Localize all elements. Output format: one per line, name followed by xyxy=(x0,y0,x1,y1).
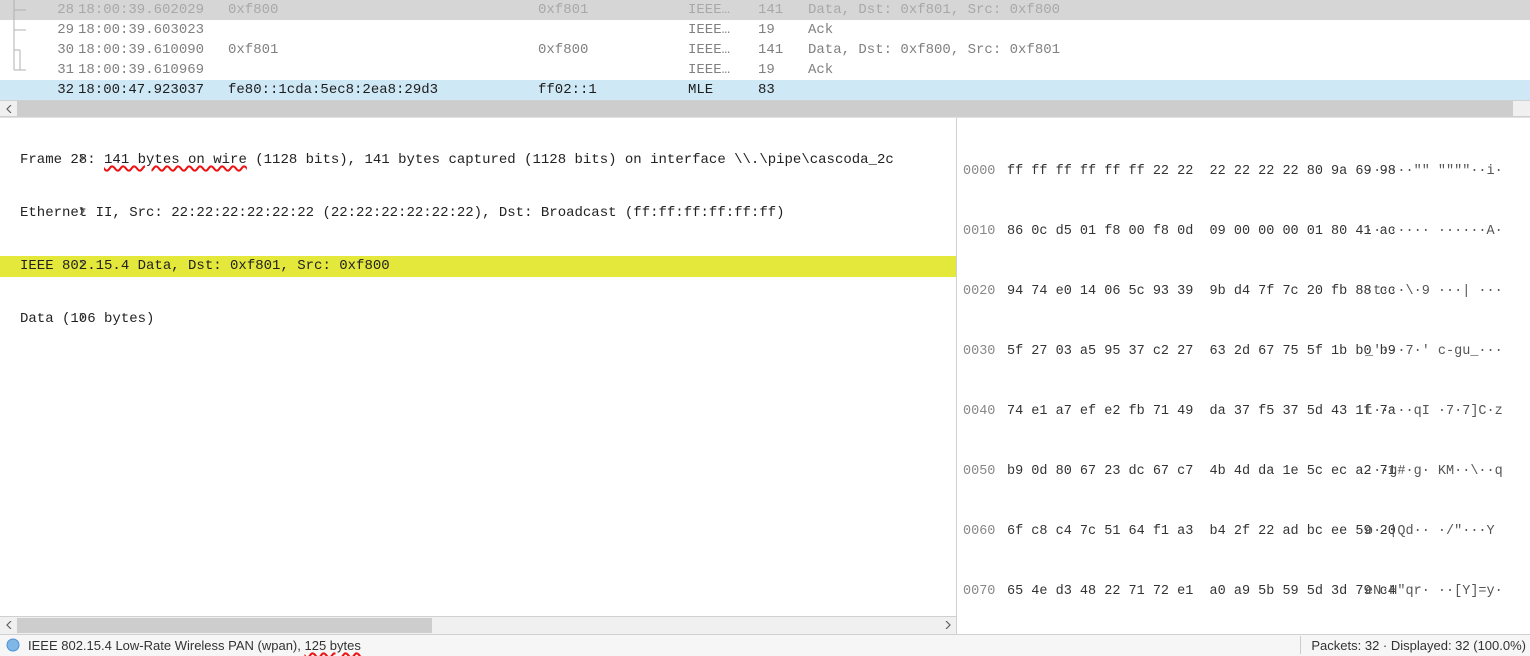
scrollbar-track[interactable] xyxy=(17,101,1513,116)
col-protocol: IEEE… xyxy=(688,0,758,20)
packet-row[interactable]: 30 18:00:39.610090 0xf801 0xf800 IEEE… 1… xyxy=(0,40,1530,60)
scroll-left-icon[interactable] xyxy=(0,101,17,116)
packet-bytes-pane[interactable]: 0000ff ff ff ff ff ff 22 22 22 22 22 22 … xyxy=(956,118,1530,634)
col-info: Data, Dst: 0xf801, Src: 0xf800 xyxy=(808,0,1530,20)
col-dest: 0xf801 xyxy=(538,0,688,20)
detail-data[interactable]: Data (106 bytes) xyxy=(0,309,956,330)
hex-row[interactable]: 001086 0c d5 01 f8 00 f8 0d 09 00 00 00 … xyxy=(963,222,1524,242)
status-left-text: IEEE 802.15.4 Low-Rate Wireless PAN (wpa… xyxy=(28,638,361,653)
annotation-underline: 125 bytes xyxy=(305,638,361,653)
scrollbar-thumb[interactable] xyxy=(17,618,432,633)
col-length: 141 xyxy=(758,0,808,20)
scroll-right-icon[interactable] xyxy=(939,618,956,633)
hex-row[interactable]: 00606f c8 c4 7c 51 64 f1 a3 b4 2f 22 ad … xyxy=(963,522,1524,542)
detail-ieee802154-selected[interactable]: IEEE 802.15.4 Data, Dst: 0xf801, Src: 0x… xyxy=(0,256,956,277)
detail-ethernet[interactable]: Ethernet II, Src: 22:22:22:22:22:22 (22:… xyxy=(0,203,956,224)
packet-list-hscrollbar[interactable] xyxy=(0,100,1530,117)
col-source: 0xf800 xyxy=(228,0,538,20)
col-no: 28 xyxy=(32,0,78,20)
hex-row[interactable]: 0050b9 0d 80 67 23 dc 67 c7 4b 4d da 1e … xyxy=(963,462,1524,482)
details-hscrollbar[interactable] xyxy=(0,616,956,634)
status-bar: IEEE 802.15.4 Low-Rate Wireless PAN (wpa… xyxy=(0,634,1530,656)
scroll-left-icon[interactable] xyxy=(0,618,17,633)
scrollbar-thumb[interactable] xyxy=(17,101,1513,116)
hex-row[interactable]: 002094 74 e0 14 06 5c 93 39 9b d4 7f 7c … xyxy=(963,282,1524,302)
col-time: 18:00:39.602029 xyxy=(78,0,228,20)
chevron-right-icon xyxy=(6,288,18,351)
hex-row[interactable]: 00305f 27 03 a5 95 37 c2 27 63 2d 67 75 … xyxy=(963,342,1524,362)
packet-row[interactable]: 28 18:00:39.602029 0xf800 0xf801 IEEE… 1… xyxy=(0,0,1530,20)
scrollbar-track[interactable] xyxy=(17,618,939,633)
packet-list[interactable]: 28 18:00:39.602029 0xf800 0xf801 IEEE… 1… xyxy=(0,0,1530,100)
expert-info-icon[interactable] xyxy=(4,636,22,654)
hex-row[interactable]: 0000ff ff ff ff ff ff 22 22 22 22 22 22 … xyxy=(963,162,1524,182)
status-packet-count: Packets: 32 · Displayed: 32 (100.0%) xyxy=(1311,638,1526,653)
status-divider xyxy=(1300,636,1301,654)
packet-row[interactable]: 31 18:00:39.610969 IEEE… 19 Ack xyxy=(0,60,1530,80)
detail-frame[interactable]: Frame 28: 141 bytes on wire (1128 bits),… xyxy=(0,150,956,171)
annotation-underline: 141 bytes on wire xyxy=(104,150,247,171)
hex-row[interactable]: 004074 e1 a7 ef e2 fb 71 49 da 37 f5 37 … xyxy=(963,402,1524,422)
packet-details-pane[interactable]: Frame 28: 141 bytes on wire (1128 bits),… xyxy=(0,118,956,634)
packet-row[interactable]: 29 18:00:39.603023 IEEE… 19 Ack xyxy=(0,20,1530,40)
hex-row[interactable]: 007065 4e d3 48 22 71 72 e1 a0 a9 5b 59 … xyxy=(963,582,1524,602)
packet-row-selected[interactable]: 32 18:00:47.923037 fe80::1cda:5ec8:2ea8:… xyxy=(0,80,1530,100)
